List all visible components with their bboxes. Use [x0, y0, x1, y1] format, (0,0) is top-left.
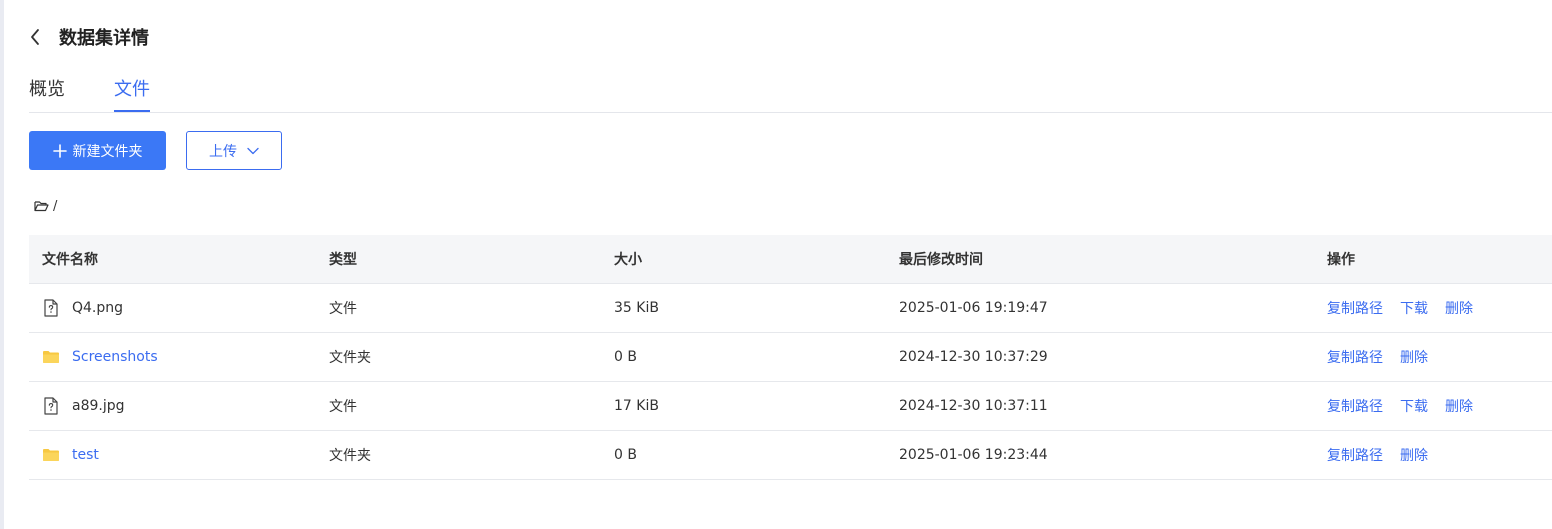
window-left-edge: [0, 0, 4, 529]
upload-button[interactable]: 上传: [186, 131, 282, 170]
file-name: a89.jpg: [72, 398, 125, 414]
file-name-cell: Screenshots: [42, 333, 158, 381]
download-link[interactable]: 下载: [1400, 298, 1428, 318]
unknown-file-icon: [42, 397, 60, 415]
file-size: 35 KiB: [614, 300, 659, 316]
breadcrumb: /: [34, 196, 57, 216]
delete-link[interactable]: 删除: [1400, 347, 1428, 367]
file-size: 17 KiB: [614, 398, 659, 414]
row-actions: 复制路径 删除: [1327, 431, 1445, 479]
row-actions: 复制路径 删除: [1327, 333, 1445, 381]
copy-path-link[interactable]: 复制路径: [1327, 445, 1383, 465]
row-actions: 复制路径 下载 删除: [1327, 382, 1490, 430]
new-folder-label: 新建文件夹: [72, 143, 143, 160]
file-modified: 2025-01-06 19:23:44: [899, 447, 1048, 463]
tab-bar: 概览 文件: [29, 72, 1552, 113]
file-name-cell: test: [42, 431, 99, 479]
table-row: Screenshots 文件夹 0 B 2024-12-30 10:37:29 …: [29, 333, 1552, 382]
file-name: Q4.png: [72, 300, 124, 316]
copy-path-link[interactable]: 复制路径: [1327, 396, 1383, 416]
file-size: 0 B: [614, 447, 637, 463]
folder-icon: [42, 446, 60, 464]
column-header-name: 文件名称: [42, 252, 98, 268]
copy-path-link[interactable]: 复制路径: [1327, 298, 1383, 318]
breadcrumb-root[interactable]: /: [53, 199, 57, 214]
folder-open-icon[interactable]: [34, 200, 49, 212]
folder-name-link[interactable]: Screenshots: [72, 349, 158, 365]
column-header-size: 大小: [614, 252, 642, 268]
file-name-cell: a89.jpg: [42, 382, 125, 430]
column-header-modified: 最后修改时间: [899, 252, 983, 268]
file-type: 文件: [329, 399, 357, 415]
new-folder-button[interactable]: 新建文件夹: [29, 131, 166, 170]
file-modified: 2025-01-06 19:19:47: [899, 300, 1048, 316]
column-header-actions: 操作: [1327, 252, 1355, 268]
file-modified: 2024-12-30 10:37:11: [899, 398, 1048, 414]
file-type: 文件夹: [329, 448, 371, 464]
tab-files[interactable]: 文件: [114, 76, 150, 112]
table-row: test 文件夹 0 B 2025-01-06 19:23:44 复制路径 删除: [29, 431, 1552, 480]
download-link[interactable]: 下载: [1400, 396, 1428, 416]
back-button[interactable]: [29, 22, 49, 52]
table-row: a89.jpg 文件 17 KiB 2024-12-30 10:37:11 复制…: [29, 382, 1552, 431]
chevron-left-icon: [31, 29, 39, 45]
delete-link[interactable]: 删除: [1445, 396, 1473, 416]
copy-path-link[interactable]: 复制路径: [1327, 347, 1383, 367]
page-header: 数据集详情: [29, 22, 149, 52]
chevron-down-icon: [247, 147, 259, 155]
file-table: 文件名称 类型 大小 最后修改时间 操作 Q4.png 文件 35 KiB 20…: [29, 235, 1552, 480]
plus-icon: [52, 143, 67, 158]
folder-icon: [42, 348, 60, 366]
column-header-type: 类型: [329, 252, 357, 268]
dataset-detail-page: 数据集详情 概览 文件 新建文件夹 上传 / 文件名称 类型 大小 最后修改时间…: [29, 0, 1552, 529]
delete-link[interactable]: 删除: [1445, 298, 1473, 318]
upload-label: 上传: [209, 143, 237, 160]
unknown-file-icon: [42, 299, 60, 317]
table-row: Q4.png 文件 35 KiB 2025-01-06 19:19:47 复制路…: [29, 284, 1552, 333]
file-name-cell: Q4.png: [42, 284, 123, 332]
file-type: 文件: [329, 301, 357, 317]
page-title: 数据集详情: [59, 28, 149, 49]
folder-name-link[interactable]: test: [72, 447, 99, 463]
file-type: 文件夹: [329, 350, 371, 366]
file-size: 0 B: [614, 349, 637, 365]
tab-overview[interactable]: 概览: [29, 76, 65, 111]
table-header: 文件名称 类型 大小 最后修改时间 操作: [29, 235, 1552, 284]
delete-link[interactable]: 删除: [1400, 445, 1428, 465]
row-actions: 复制路径 下载 删除: [1327, 284, 1490, 332]
file-modified: 2024-12-30 10:37:29: [899, 349, 1048, 365]
